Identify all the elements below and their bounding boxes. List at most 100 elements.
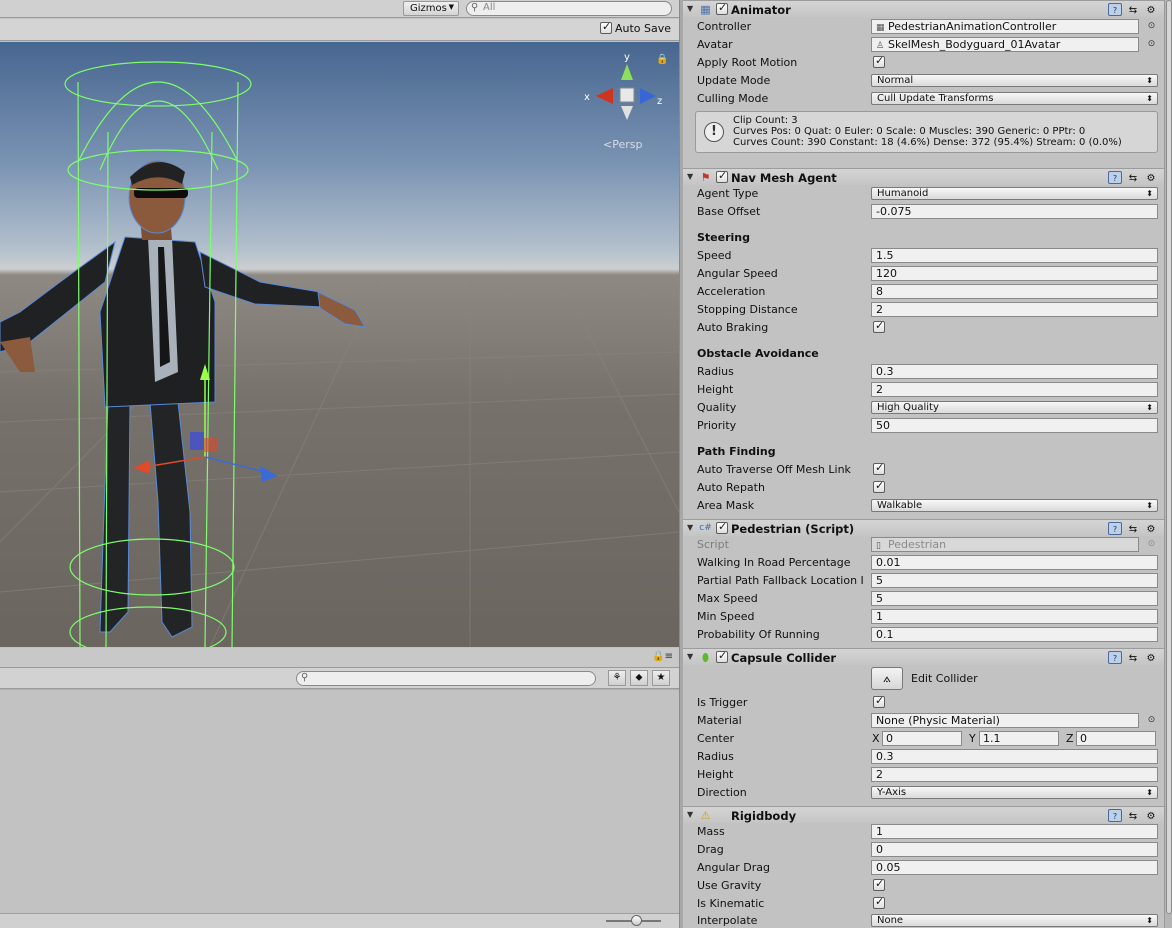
- pedestrian-enabled-checkbox[interactable]: [716, 520, 728, 534]
- pane-lock-icon[interactable]: 🔒≡: [652, 651, 673, 662]
- foldout-icon[interactable]: ▼: [687, 652, 693, 661]
- persp-toggle[interactable]: <Persp: [603, 138, 642, 151]
- collider-radius-label: Radius: [697, 750, 734, 763]
- object-picker-icon[interactable]: ⊙: [1146, 715, 1157, 726]
- height-field[interactable]: 2: [871, 382, 1158, 397]
- culling-mode-dropdown[interactable]: Cull Update Transforms ⬍: [871, 92, 1158, 105]
- gizmos-label: Gizmos: [410, 3, 447, 14]
- angular-drag-row: Angular Drag 0.05: [683, 859, 1164, 877]
- edit-collider-button[interactable]: ⟑: [871, 667, 903, 690]
- inspector-scrollbar-thumb[interactable]: [1166, 0, 1172, 914]
- project-search-input[interactable]: ⚲: [296, 671, 596, 686]
- speed-field[interactable]: 1.5: [871, 248, 1158, 263]
- min-speed-field[interactable]: 1: [871, 609, 1158, 624]
- scene-search-input[interactable]: ⚲ All: [466, 1, 672, 16]
- avatar-field[interactable]: ♙ SkelMesh_Bodyguard_01Avatar: [871, 37, 1139, 52]
- auto-traverse-checkbox[interactable]: [873, 461, 885, 475]
- preset-icon[interactable]: ⇆: [1126, 523, 1140, 536]
- is-trigger-checkbox[interactable]: [873, 694, 885, 708]
- nav-mesh-agent-enabled-checkbox[interactable]: [716, 169, 728, 183]
- culling-mode-label: Culling Mode: [697, 92, 769, 105]
- auto-save-checkbox[interactable]: [599, 20, 612, 34]
- animator-header[interactable]: ▼ ▦ Animator ? ⇆ ⚙: [683, 0, 1164, 17]
- collider-height-field[interactable]: 2: [871, 767, 1158, 782]
- inspector-scrollbar[interactable]: [1164, 0, 1172, 928]
- filter-type-icon[interactable]: ⚘: [608, 670, 626, 686]
- collider-radius-field[interactable]: 0.3: [871, 749, 1158, 764]
- auto-save-toggle[interactable]: Auto Save: [599, 20, 671, 35]
- center-y-field[interactable]: 1.1: [979, 731, 1059, 746]
- gear-icon[interactable]: ⚙: [1144, 4, 1158, 17]
- use-gravity-checkbox[interactable]: [873, 877, 885, 891]
- rigidbody-header[interactable]: ▼ ⚠ Rigidbody ? ⇆ ⚙: [683, 806, 1164, 823]
- direction-dropdown[interactable]: Y-Axis ⬍: [871, 786, 1158, 799]
- help-icon[interactable]: ?: [1108, 3, 1122, 16]
- height-label: Height: [697, 383, 734, 396]
- edit-collider-label: Edit Collider: [911, 672, 978, 685]
- auto-repath-checkbox[interactable]: [873, 479, 885, 493]
- use-gravity-label: Use Gravity: [697, 879, 762, 892]
- base-offset-field[interactable]: -0.075: [871, 204, 1158, 219]
- max-speed-field[interactable]: 5: [871, 591, 1158, 606]
- edit-collider-icon: ⟑: [883, 671, 891, 686]
- project-browser-area[interactable]: [0, 689, 679, 913]
- interpolate-dropdown[interactable]: None ⬍: [871, 914, 1158, 927]
- apply-root-motion-checkbox[interactable]: [873, 54, 885, 68]
- zoom-slider-thumb[interactable]: [631, 915, 642, 926]
- capsule-collider-header[interactable]: ▼ ⬮ Capsule Collider ? ⇆ ⚙: [683, 648, 1164, 665]
- agent-type-dropdown[interactable]: Humanoid ⬍: [871, 187, 1158, 200]
- filter-label-icon[interactable]: ⬥: [630, 670, 648, 686]
- character-model[interactable]: [0, 160, 366, 638]
- nav-mesh-agent-component: ▼ ⚑ Nav Mesh Agent ? ⇆ ⚙ Agent Type Humano…: [683, 168, 1164, 518]
- stopping-distance-field[interactable]: 2: [871, 302, 1158, 317]
- help-icon[interactable]: ?: [1108, 522, 1122, 535]
- nav-mesh-agent-header[interactable]: ▼ ⚑ Nav Mesh Agent ? ⇆ ⚙: [683, 168, 1164, 185]
- foldout-icon[interactable]: ▼: [687, 172, 693, 181]
- angular-speed-field[interactable]: 120: [871, 266, 1158, 281]
- radius-field[interactable]: 0.3: [871, 364, 1158, 379]
- area-mask-dropdown[interactable]: Walkable ⬍: [871, 499, 1158, 512]
- object-picker-icon[interactable]: ⊙: [1146, 39, 1157, 50]
- animator-enabled-checkbox[interactable]: [716, 1, 728, 15]
- controller-field[interactable]: ▦ PedestrianAnimationController: [871, 19, 1139, 34]
- gear-icon[interactable]: ⚙: [1144, 810, 1158, 823]
- favorite-star-icon[interactable]: ★: [652, 670, 670, 686]
- auto-braking-checkbox[interactable]: [873, 319, 885, 333]
- probability-running-field[interactable]: 0.1: [871, 627, 1158, 642]
- drag-field[interactable]: 0: [871, 842, 1158, 857]
- gear-icon[interactable]: ⚙: [1144, 172, 1158, 185]
- capsule-collider-enabled-checkbox[interactable]: [716, 649, 728, 663]
- center-x-field[interactable]: 0: [882, 731, 962, 746]
- angular-drag-field[interactable]: 0.05: [871, 860, 1158, 875]
- gizmos-dropdown[interactable]: Gizmos ▼: [403, 1, 459, 16]
- lock-icon[interactable]: 🔒: [656, 54, 668, 65]
- update-mode-dropdown[interactable]: Normal ⬍: [871, 74, 1158, 87]
- center-z-field[interactable]: 0: [1076, 731, 1156, 746]
- preset-icon[interactable]: ⇆: [1126, 4, 1140, 17]
- priority-field[interactable]: 50: [871, 418, 1158, 433]
- acceleration-field[interactable]: 8: [871, 284, 1158, 299]
- scene-viewport[interactable]: y x z 🔒 <Persp: [0, 42, 679, 647]
- foldout-icon[interactable]: ▼: [687, 810, 693, 819]
- mass-field[interactable]: 1: [871, 824, 1158, 839]
- gear-icon[interactable]: ⚙: [1144, 523, 1158, 536]
- probability-running-label: Probability Of Running: [697, 628, 820, 641]
- foldout-icon[interactable]: ▼: [687, 523, 693, 532]
- orientation-gizmo[interactable]: y x z: [584, 52, 662, 120]
- help-icon[interactable]: ?: [1108, 171, 1122, 184]
- help-icon[interactable]: ?: [1108, 809, 1122, 822]
- foldout-icon[interactable]: ▼: [687, 4, 693, 13]
- quality-label: Quality: [697, 401, 737, 414]
- is-kinematic-checkbox[interactable]: [873, 895, 885, 909]
- gear-icon[interactable]: ⚙: [1144, 652, 1158, 665]
- preset-icon[interactable]: ⇆: [1126, 810, 1140, 823]
- partial-path-field[interactable]: 5: [871, 573, 1158, 588]
- quality-dropdown[interactable]: High Quality ⬍: [871, 401, 1158, 414]
- walking-percentage-field[interactable]: 0.01: [871, 555, 1158, 570]
- preset-icon[interactable]: ⇆: [1126, 172, 1140, 185]
- preset-icon[interactable]: ⇆: [1126, 652, 1140, 665]
- pedestrian-script-header[interactable]: ▼ c# Pedestrian (Script) ? ⇆ ⚙: [683, 519, 1164, 536]
- object-picker-icon[interactable]: ⊙: [1146, 21, 1157, 32]
- help-icon[interactable]: ?: [1108, 651, 1122, 664]
- material-field[interactable]: None (Physic Material): [871, 713, 1139, 728]
